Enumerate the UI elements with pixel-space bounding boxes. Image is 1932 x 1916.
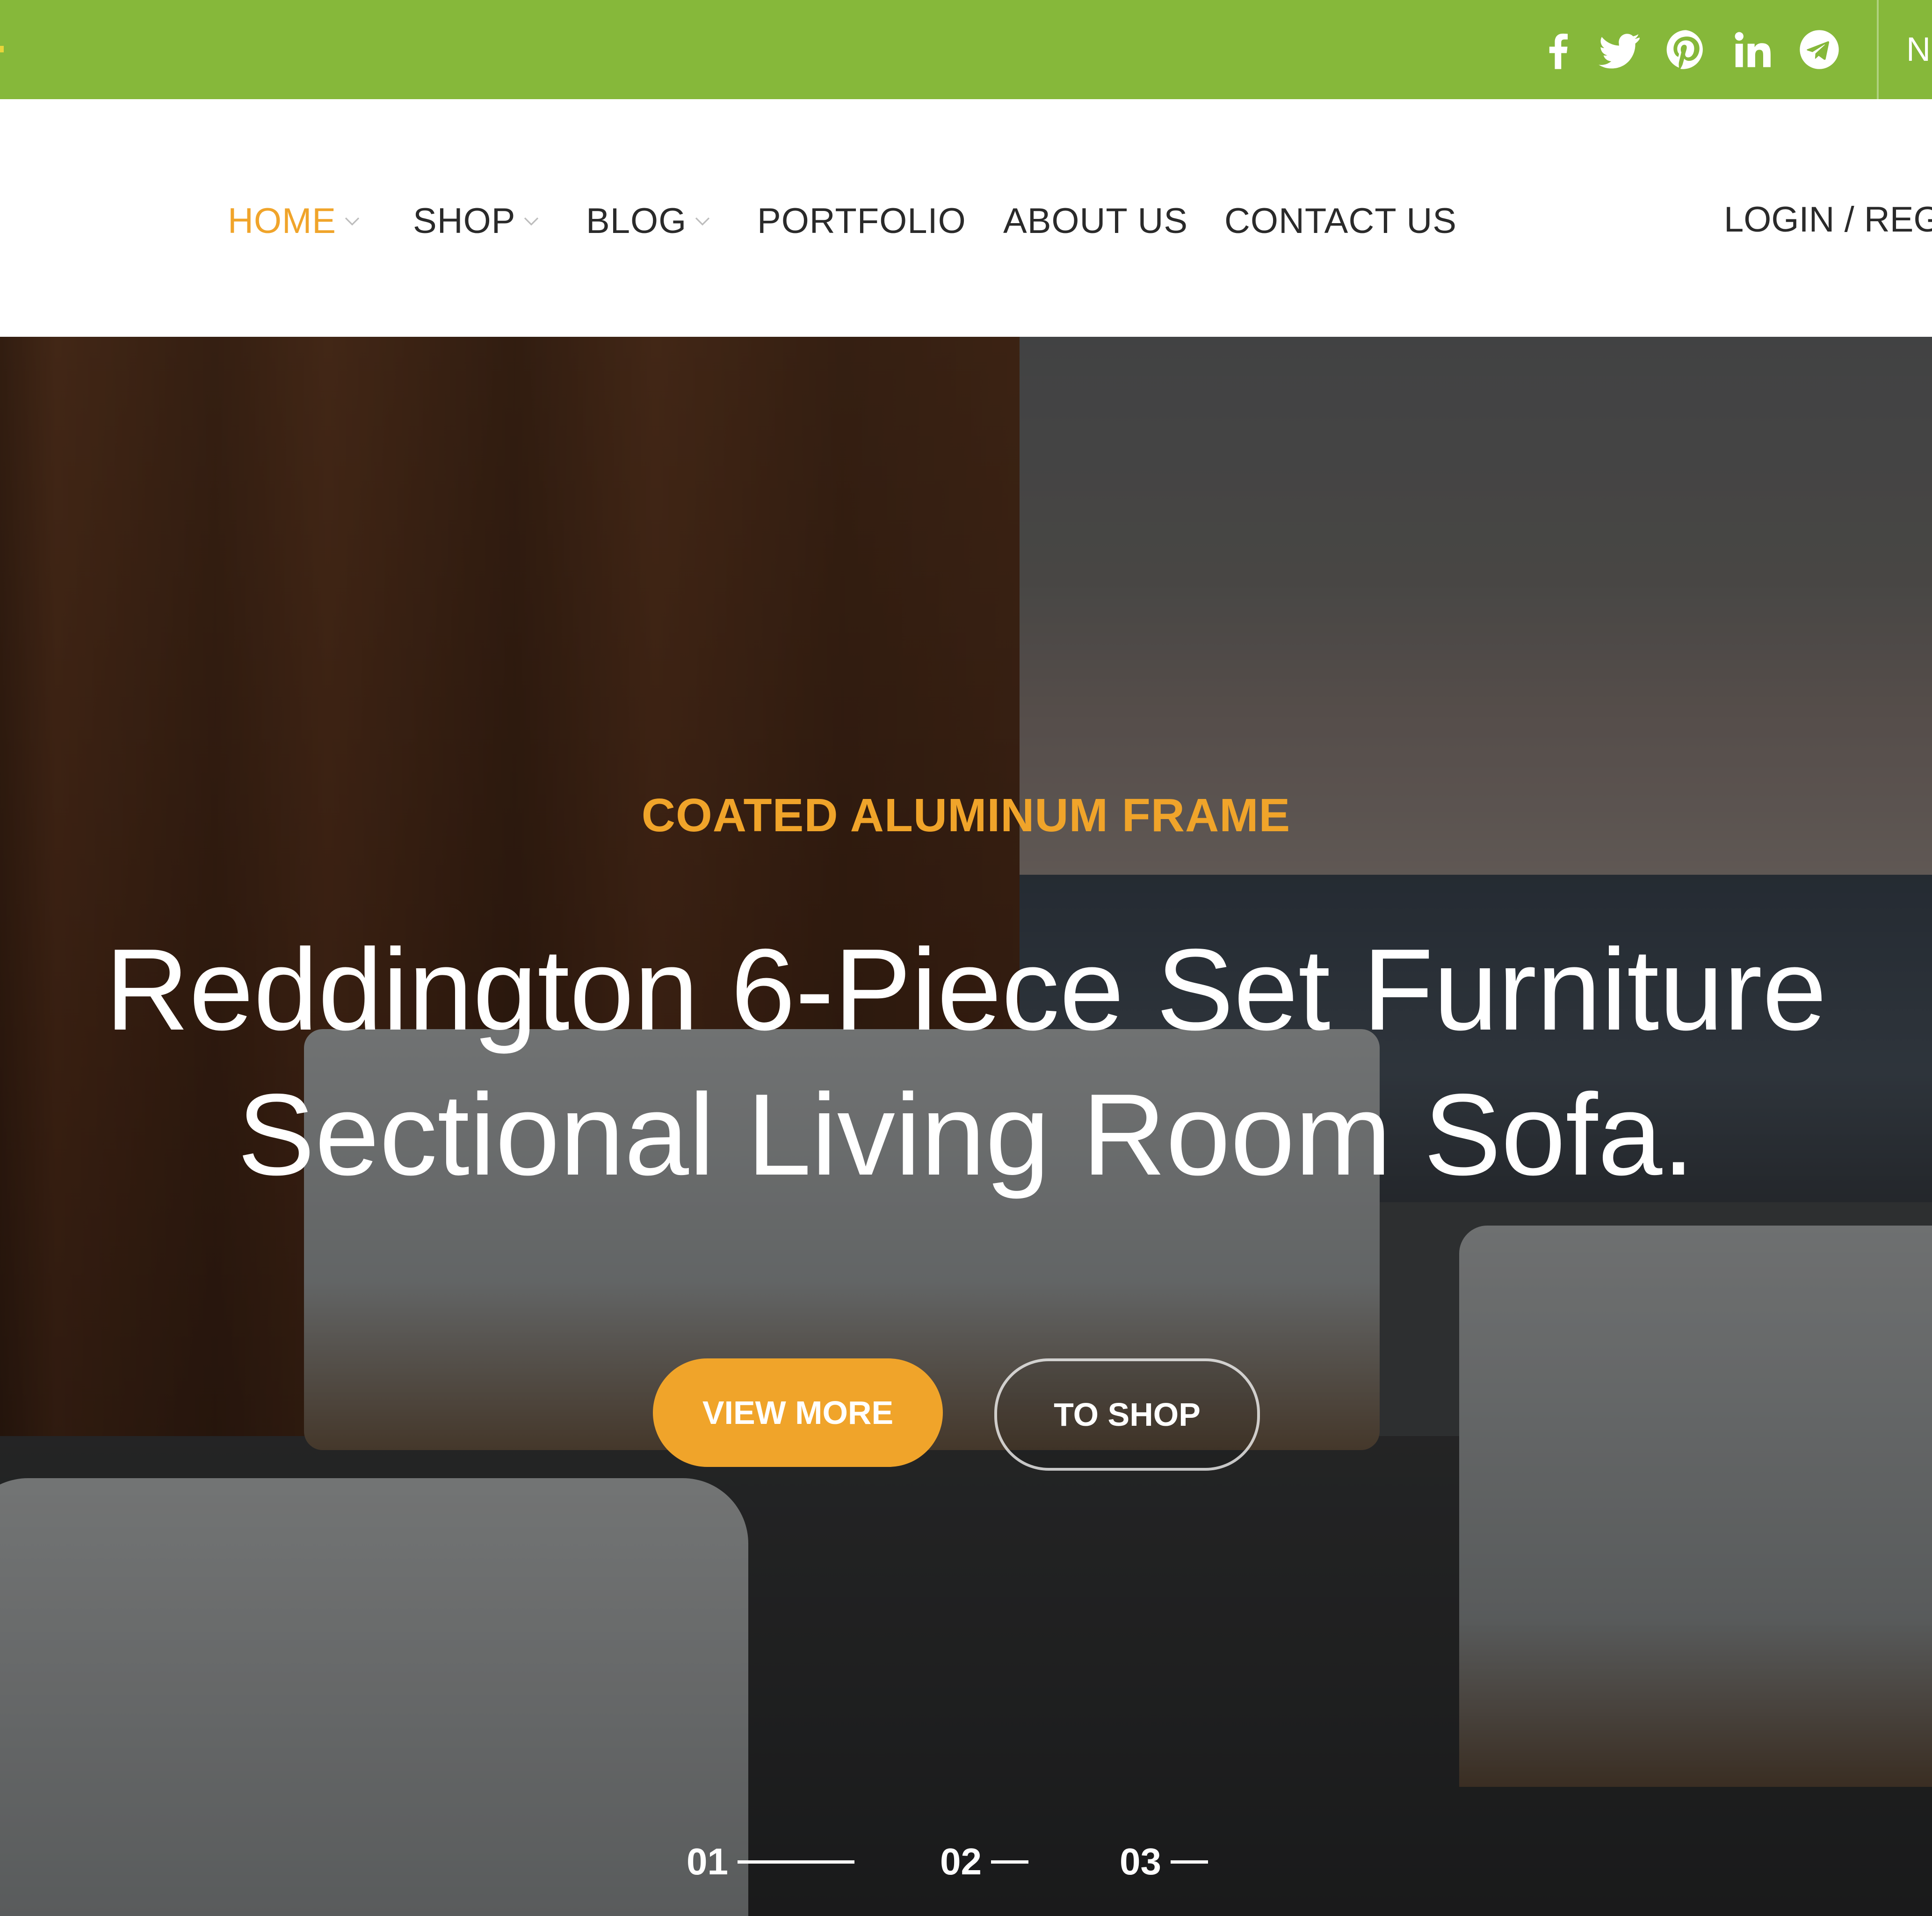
slide-number: 03	[1120, 1841, 1161, 1882]
nav-about-us-label: ABOUT US	[1003, 201, 1188, 241]
top-bar: N	[0, 0, 1932, 99]
nav-blog-label: BLOG	[586, 201, 687, 241]
nav-contact-us-label: CONTACT US	[1224, 201, 1457, 241]
nav-shop[interactable]: SHOP	[413, 193, 541, 249]
nav-home[interactable]: HOME	[228, 193, 362, 249]
slide-progress-bar	[737, 1860, 854, 1864]
facebook-icon[interactable]	[1535, 26, 1582, 73]
to-shop-button[interactable]: TO SHOP	[994, 1358, 1260, 1471]
nav-portfolio[interactable]: PORTFOLIO	[757, 193, 966, 249]
pinterest-icon[interactable]	[1663, 26, 1709, 73]
nav-shop-label: SHOP	[413, 201, 516, 241]
login-register-link[interactable]: LOGIN / REGI	[1724, 192, 1932, 248]
hero-title-line-1: Reddington 6-Piece Set Furniture	[105, 924, 1827, 1054]
hero-slider: COATED ALUMINUM FRAME Reddington 6-Piece…	[0, 337, 1932, 1916]
nav-contact-us[interactable]: CONTACT US	[1224, 193, 1457, 249]
slide-number: 02	[940, 1841, 982, 1882]
chevron-down-icon	[524, 217, 539, 226]
topbar-divider	[1877, 0, 1879, 99]
slide-nav-03[interactable]: 03	[1120, 1834, 1208, 1890]
site-header: HOME SHOP BLOG PORTFOLIO ABOUT US CONTAC…	[0, 99, 1932, 337]
twitter-icon[interactable]	[1596, 26, 1643, 73]
view-more-button[interactable]: VIEW MORE	[653, 1358, 943, 1467]
nav-blog[interactable]: BLOG	[586, 193, 712, 249]
chevron-down-icon	[345, 217, 360, 226]
linkedin-icon[interactable]	[1730, 26, 1777, 73]
slide-nav-01[interactable]: 01	[687, 1834, 854, 1890]
slide-progress-bar	[1170, 1860, 1208, 1864]
slide-progress-bar	[991, 1860, 1028, 1864]
chevron-down-icon	[695, 217, 710, 226]
edge-mark	[0, 46, 4, 52]
hero-title: Reddington 6-Piece Set Furniture Section…	[19, 917, 1913, 1207]
nav-home-label: HOME	[228, 201, 336, 241]
nav-about-us[interactable]: ABOUT US	[1003, 193, 1188, 249]
hero-subtitle: COATED ALUMINUM FRAME	[641, 789, 1291, 842]
slide-number: 01	[687, 1841, 728, 1882]
slide-nav-02[interactable]: 02	[940, 1834, 1028, 1890]
telegram-icon[interactable]	[1796, 26, 1843, 73]
nav-portfolio-label: PORTFOLIO	[757, 201, 966, 241]
topbar-cut-text[interactable]: N	[1906, 28, 1931, 71]
hero-title-line-2: Sectional Living Room Sofa.	[237, 1069, 1695, 1199]
